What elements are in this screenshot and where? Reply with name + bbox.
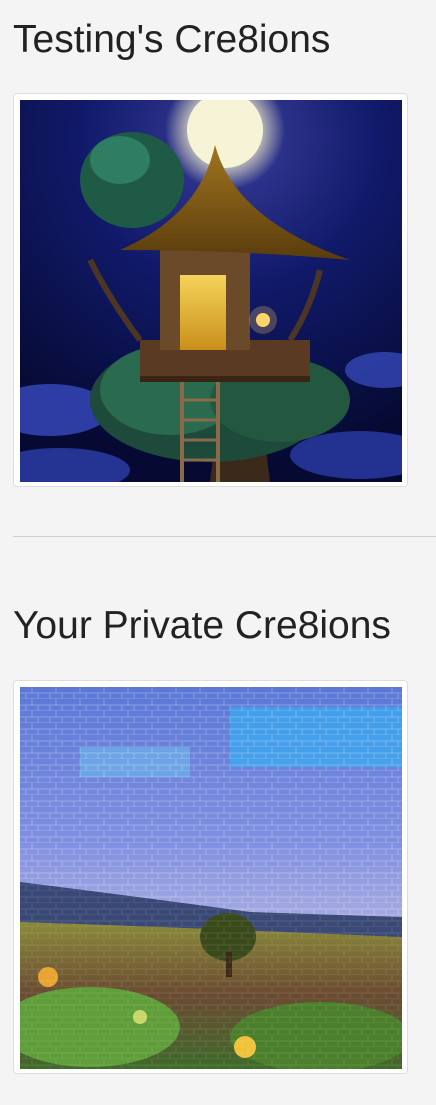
creation-thumbnail-treehouse[interactable] <box>13 93 408 487</box>
treehouse-image <box>20 100 402 482</box>
creation-thumbnail-mosaic[interactable] <box>13 680 408 1074</box>
section-title-public: Testing's Cre8ions <box>13 18 331 61</box>
mosaic-landscape-image <box>20 687 402 1069</box>
section-title-private: Your Private Cre8ions <box>13 604 391 647</box>
section-divider <box>13 536 436 537</box>
